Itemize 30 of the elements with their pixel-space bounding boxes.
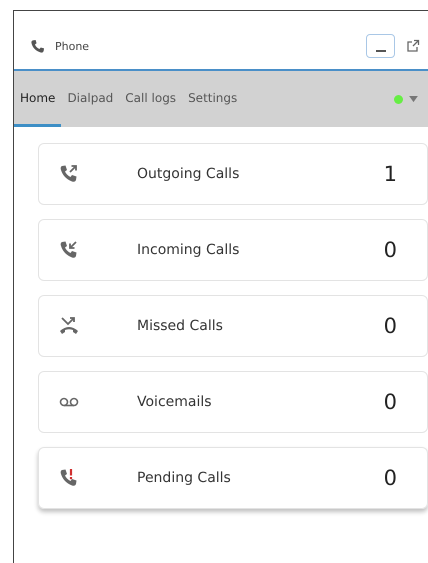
- pending-call-icon: [59, 468, 79, 488]
- call-card[interactable]: Pending Calls 0: [38, 447, 428, 509]
- tab[interactable]: Dialpad: [61, 71, 120, 127]
- minimize-button[interactable]: [366, 34, 395, 58]
- incoming-call-icon: [59, 240, 79, 260]
- call-category-label: Missed Calls: [137, 318, 223, 334]
- call-category-label: Incoming Calls: [137, 242, 240, 258]
- caret-icon[interactable]: [409, 96, 418, 102]
- tab[interactable]: Home: [14, 71, 62, 127]
- tab[interactable]: Call logs: [119, 71, 182, 127]
- call-count: 0: [384, 466, 397, 490]
- call-count: 0: [384, 238, 397, 262]
- window-title: Phone: [55, 40, 90, 52]
- call-card[interactable]: Missed Calls 0: [38, 295, 428, 357]
- call-count: 0: [384, 390, 397, 414]
- tab[interactable]: Settings: [182, 71, 244, 127]
- call-card[interactable]: Voicemails 0: [38, 371, 428, 433]
- voicemail-icon: [59, 396, 79, 408]
- call-card[interactable]: Incoming Calls 0: [38, 219, 428, 281]
- missed-call-icon: [59, 316, 79, 336]
- phone-icon: [30, 38, 45, 54]
- call-count: 0: [384, 314, 397, 338]
- minimize-icon: [376, 50, 386, 52]
- pop-out-icon[interactable]: [406, 39, 420, 53]
- call-category-label: Outgoing Calls: [137, 166, 240, 182]
- call-card[interactable]: Outgoing Calls 1: [38, 143, 428, 205]
- outgoing-call-icon: [59, 164, 79, 184]
- call-category-label: Pending Calls: [137, 470, 231, 486]
- call-count: 1: [384, 162, 397, 186]
- call-category-label: Voicemails: [137, 394, 212, 410]
